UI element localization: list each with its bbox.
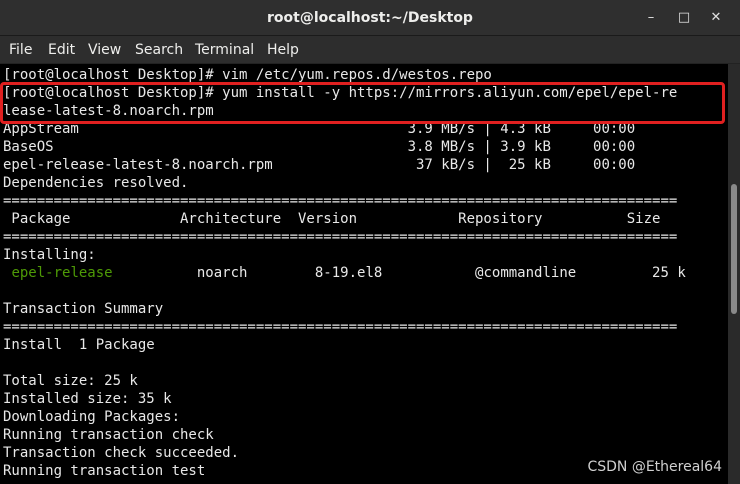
- minimize-icon[interactable]: –: [642, 9, 660, 27]
- watermark: CSDN @Ethereal64: [587, 459, 722, 475]
- highlight-box: [0, 82, 725, 124]
- scrollbar-thumb[interactable]: [731, 184, 737, 314]
- menu-file[interactable]: File: [9, 36, 32, 64]
- close-icon[interactable]: ✕: [707, 9, 725, 27]
- menu-edit[interactable]: Edit: [48, 36, 75, 64]
- terminal-line: BaseOS 3.8 MB/s | 3.9 kB 00:00: [3, 139, 636, 155]
- menu-terminal[interactable]: Terminal: [195, 36, 254, 64]
- separator-line: ========================================…: [3, 319, 678, 335]
- terminal-line: Total size: 25 k: [3, 373, 138, 389]
- terminal-line: Transaction Summary: [3, 301, 164, 317]
- title-bar: root@localhost:~/Desktop – □ ✕: [0, 0, 740, 36]
- terminal-line: Transaction check succeeded.: [3, 445, 240, 461]
- terminal-line: epel-release-latest-8.noarch.rpm 37 kB/s…: [3, 157, 636, 173]
- separator-line: ========================================…: [3, 193, 678, 209]
- scrollbar[interactable]: [728, 64, 740, 484]
- terminal-line: Downloading Packages:: [3, 409, 181, 425]
- terminal-line: Install 1 Package: [3, 337, 155, 353]
- menu-bar: File Edit View Search Terminal Help: [0, 36, 740, 64]
- terminal-line: Running transaction check: [3, 427, 214, 443]
- terminal-output[interactable]: [root@localhost Desktop]# vim /etc/yum.r…: [0, 64, 728, 484]
- window-title: root@localhost:~/Desktop: [267, 10, 473, 26]
- menu-help[interactable]: Help: [267, 36, 299, 64]
- terminal-line: Installed size: 35 k: [3, 391, 172, 407]
- maximize-icon[interactable]: □: [675, 9, 693, 27]
- menu-search[interactable]: Search: [135, 36, 183, 64]
- table-header: Package Architecture Version Repository …: [3, 211, 661, 227]
- terminal-line: Installing:: [3, 247, 96, 263]
- package-details: noarch 8-19.el8 @commandline 25 k: [112, 265, 686, 281]
- terminal-line: Dependencies resolved.: [3, 175, 189, 191]
- package-name: epel-release: [11, 265, 113, 281]
- terminal-line: Running transaction test: [3, 463, 206, 479]
- package-row: epel-release noarch 8-19.el8 @commandlin…: [3, 264, 686, 282]
- separator-line: ========================================…: [3, 229, 678, 245]
- menu-view[interactable]: View: [88, 36, 121, 64]
